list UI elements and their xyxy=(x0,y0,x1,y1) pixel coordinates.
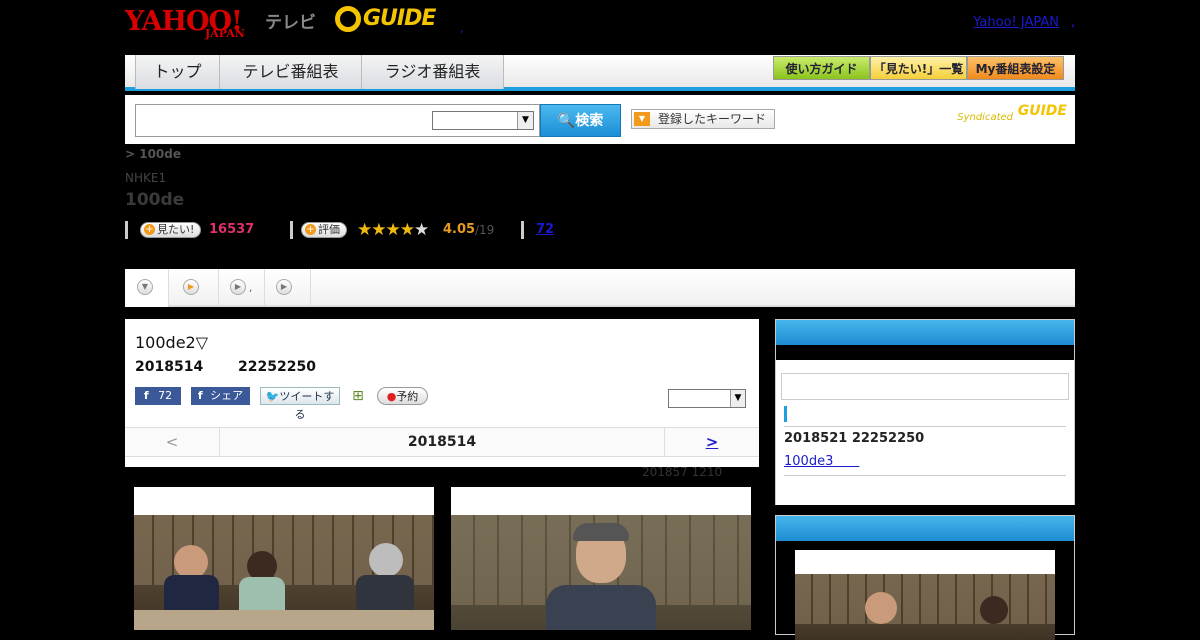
program-title: 100de xyxy=(125,190,185,210)
program-tabs: ▼ ▶ , ▶ ▶ xyxy=(125,269,1075,307)
episode-image-card[interactable] xyxy=(451,487,751,630)
program-stats: + 見たい! 16537 + 評価 ★★★★★ 4.05 /19 72 xyxy=(125,220,825,240)
chevron-down-icon: ▼ xyxy=(730,390,745,407)
divider xyxy=(521,221,524,239)
yahoo-logo-japan: JAPAN xyxy=(205,27,245,40)
rating-score: 4.05 xyxy=(443,222,476,237)
play-icon: ▶ xyxy=(276,279,292,295)
facebook-share-button[interactable]: f シェア xyxy=(191,387,250,405)
prev-episode-link[interactable]: < xyxy=(125,428,220,456)
tweet-button[interactable]: 🐦ツイートする xyxy=(260,387,340,421)
divider xyxy=(290,221,293,239)
bookmark-add-icon[interactable]: ⊞ xyxy=(349,387,367,405)
divider xyxy=(125,221,128,239)
tab-tv-schedule[interactable]: テレビ番組表 xyxy=(220,55,362,89)
gguide-logo[interactable]: GUIDE xyxy=(335,6,436,32)
facebook-icon: f xyxy=(197,389,203,402)
episode-select[interactable]: ▼ xyxy=(668,389,746,408)
divider xyxy=(784,475,1066,476)
episode-title: 100de2▽ xyxy=(135,333,209,352)
search-category-select[interactable]: ▼ xyxy=(432,111,534,130)
channel-name: NHKE1 xyxy=(125,171,167,185)
record-icon: ● xyxy=(386,390,397,403)
facebook-like-button[interactable]: f 72 xyxy=(135,387,181,405)
next-episode-link[interactable]: > xyxy=(664,428,759,456)
saved-keywords-button[interactable]: ▼ 登録したキーワード xyxy=(631,109,775,129)
studio-photo xyxy=(134,515,434,630)
next-episode-title-link[interactable]: 100de3 xyxy=(784,450,859,469)
syndicated-label: Syndicated xyxy=(957,112,1013,123)
studio-photo xyxy=(795,574,1055,640)
my-schedule-settings-button[interactable]: My番組表設定 xyxy=(967,56,1064,80)
tab-radio-schedule[interactable]: ラジオ番組表 xyxy=(362,55,504,89)
plus-icon: + xyxy=(305,224,316,235)
play-icon: ▶ xyxy=(183,279,199,295)
divider xyxy=(784,426,1066,427)
related-image-card[interactable] xyxy=(795,550,1055,640)
episode-time: 22252250 xyxy=(238,359,316,375)
current-episode-date: 2018514 xyxy=(407,434,477,450)
panel-header xyxy=(776,516,1074,541)
rate-button[interactable]: + 評価 xyxy=(301,222,347,238)
search-bar: ▼ 🔍検索 ▼ 登録したキーワード Syndicated GUIDE xyxy=(125,95,1075,144)
header-separator-2: , xyxy=(1070,15,1075,30)
tab-item[interactable]: ▶ , xyxy=(169,269,252,307)
tab-item[interactable]: ▶ xyxy=(265,269,311,307)
search-icon: 🔍 xyxy=(557,113,576,129)
gguide-logo-g-icon xyxy=(335,6,361,32)
panel-body: 2018521 22252250 100de3 xyxy=(776,360,1074,505)
updated-timestamp: 201857 1210 xyxy=(642,465,723,479)
episode-date: 2018514 xyxy=(135,359,204,375)
yahoo-japan-link[interactable]: Yahoo! JAPAN xyxy=(973,15,1059,30)
tab-item[interactable]: ▶ xyxy=(219,269,265,307)
syndicated-gguide-logo: GUIDE xyxy=(1017,103,1067,119)
want-button[interactable]: + 見たい! xyxy=(140,222,202,238)
episode-pager: < 2018514 > xyxy=(125,427,759,457)
triangle-down-icon: ▼ xyxy=(634,112,650,126)
section-marker xyxy=(784,406,787,422)
tab-current[interactable]: ▼ xyxy=(125,269,169,307)
search-button[interactable]: 🔍検索 xyxy=(540,104,621,137)
star-empty-icon: ★ xyxy=(413,220,429,240)
star-filled-icon: ★★★★ xyxy=(357,220,415,240)
rating-stars: ★★★★★ xyxy=(357,220,429,240)
chevron-down-icon: ▼ xyxy=(517,112,533,129)
want-list-button[interactable]: 「見たい!」一覧 xyxy=(870,56,967,80)
reserve-button[interactable]: ●予約 xyxy=(377,387,428,405)
want-count: 16537 xyxy=(209,222,255,237)
plus-icon: + xyxy=(144,224,155,235)
main-nav: トップ テレビ番組表 ラジオ番組表 使い方ガイド 「見たい!」一覧 My番組表設… xyxy=(125,55,1075,91)
tab-top[interactable]: トップ xyxy=(135,55,220,89)
rating-count: /19 xyxy=(475,223,495,237)
twitter-icon: 🐦 xyxy=(265,390,280,403)
panel-header xyxy=(776,320,1074,345)
facebook-icon: f xyxy=(143,389,149,402)
studio-photo xyxy=(451,515,751,630)
sidebar-search-input[interactable] xyxy=(781,373,1069,400)
next-broadcast-panel: 2018521 22252250 100de3 xyxy=(775,319,1075,505)
play-icon: ▶ xyxy=(230,279,246,295)
tv-logo-text[interactable]: テレビ xyxy=(265,8,316,33)
episode-image-card[interactable] xyxy=(134,487,434,630)
site-header: YAHOO! JAPAN テレビ GUIDE , Yahoo! JAPAN , xyxy=(125,0,1075,52)
episode-panel: 100de2▽ 2018514 22252250 f 72 f シェア 🐦ツイー… xyxy=(125,319,759,467)
chevron-down-icon: ▼ xyxy=(137,279,153,295)
review-count-link[interactable]: 72 xyxy=(536,222,554,237)
breadcrumb: > 100de xyxy=(125,147,182,161)
next-broadcast-date: 2018521 22252250 xyxy=(784,431,925,446)
related-panel xyxy=(775,515,1075,640)
guide-button[interactable]: 使い方ガイド xyxy=(773,56,870,80)
header-separator: , xyxy=(460,22,464,35)
